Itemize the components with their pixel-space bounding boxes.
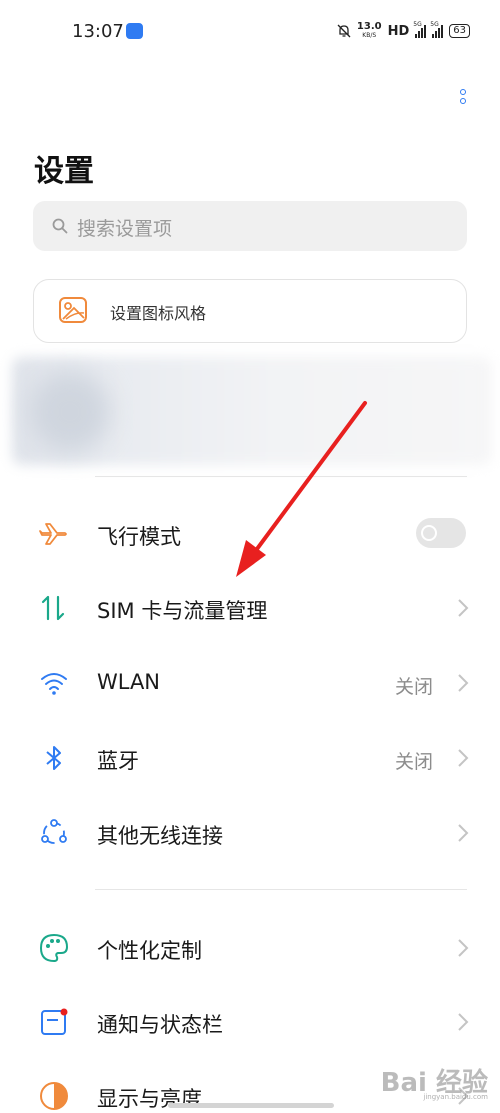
sim-data-icon: [41, 595, 65, 621]
more-options-icon[interactable]: [459, 89, 467, 104]
chevron-right-icon[interactable]: [456, 938, 470, 958]
display-brightness-label[interactable]: 显示与亮度: [97, 1083, 202, 1113]
wireless-connections-icon: [41, 819, 67, 844]
bluetooth-status: 关闭: [394, 751, 433, 773]
net-speed-unit: KB/S: [362, 32, 377, 39]
net-speed: 13.0 KB/S: [357, 22, 382, 40]
signal-2-icon: 5G: [430, 21, 444, 38]
airplane-icon: [39, 523, 67, 545]
net-speed-value: 13.0: [356, 21, 382, 32]
icon-style-card[interactable]: [33, 279, 467, 343]
divider: [95, 476, 467, 477]
personalization-label[interactable]: 个性化定制: [97, 935, 202, 965]
chevron-right-icon[interactable]: [456, 673, 470, 693]
signal-2-label: 5G: [430, 21, 439, 28]
notification-icon: [41, 1008, 68, 1035]
wlan-label[interactable]: WLAN: [97, 670, 160, 694]
battery-icon: 63: [449, 24, 470, 38]
other-wireless-label[interactable]: 其他无线连接: [97, 820, 223, 850]
divider: [95, 889, 467, 890]
icon-style-label: 设置图标风格: [110, 304, 207, 323]
search-icon: [52, 218, 68, 234]
airplane-mode-label: 飞行模式: [97, 525, 181, 549]
signal-1-icon: 5G: [413, 21, 427, 38]
hd-indicator: HD: [387, 23, 410, 39]
bluetooth-label[interactable]: 蓝牙: [97, 745, 139, 775]
silent-bell-icon: [337, 24, 351, 38]
search-input[interactable]: 搜索设置项: [77, 214, 172, 241]
palette-icon: [39, 933, 69, 963]
wifi-icon: [41, 673, 67, 695]
status-time: 13:07: [72, 21, 124, 42]
chevron-right-icon[interactable]: [456, 1012, 470, 1032]
app-notification-icon: [126, 23, 143, 39]
bluetooth-icon: [46, 746, 61, 770]
chevron-right-icon[interactable]: [456, 748, 470, 768]
home-indicator[interactable]: [168, 1103, 334, 1108]
watermark-sub: jingyan.baidu.com: [423, 1093, 488, 1101]
page-title: 设置: [34, 154, 94, 189]
chevron-right-icon[interactable]: [456, 598, 470, 618]
wlan-status: 关闭: [394, 676, 433, 698]
sim-data-label[interactable]: SIM 卡与流量管理: [97, 595, 267, 625]
notification-label[interactable]: 通知与状态栏: [97, 1009, 223, 1039]
brightness-icon: [40, 1082, 68, 1110]
image-style-icon: [59, 297, 87, 323]
airplane-mode-toggle-knob: [421, 525, 437, 541]
chevron-right-icon[interactable]: [456, 823, 470, 843]
signal-1-label: 5G: [413, 21, 422, 28]
avatar: [30, 372, 110, 452]
status-indicators: 13.0 KB/S HD 5G 5G 63: [337, 21, 470, 40]
